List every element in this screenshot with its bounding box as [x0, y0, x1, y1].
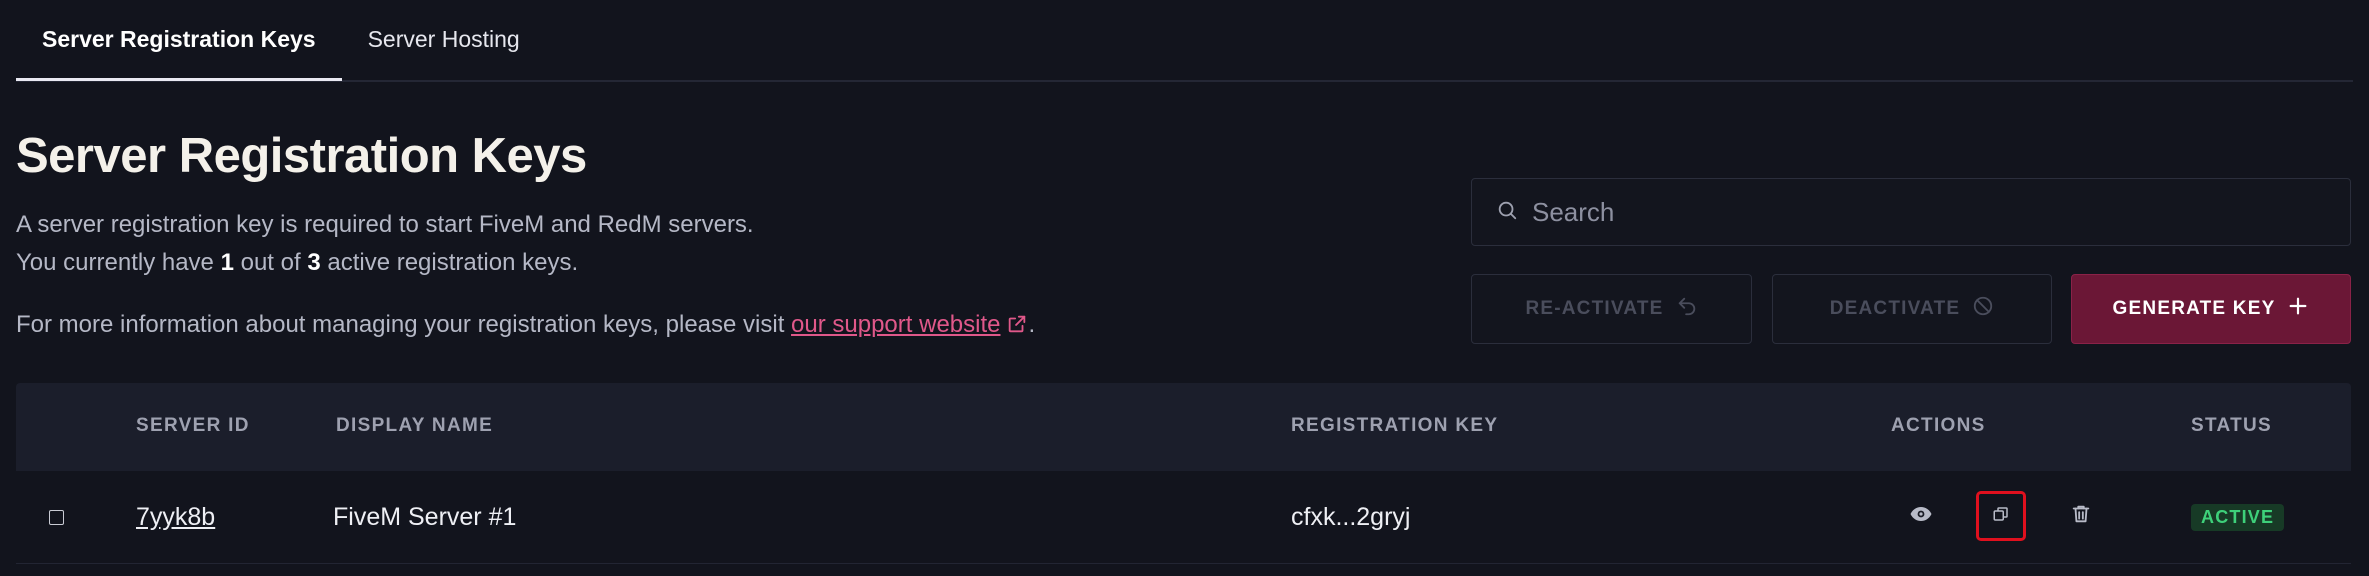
page-title: Server Registration Keys: [16, 129, 587, 183]
display-name: FiveM Server #1: [333, 502, 517, 531]
view-key-button[interactable]: [1896, 491, 1946, 541]
generate-key-label: GENERATE KEY: [2112, 298, 2276, 319]
server-id-link[interactable]: 7yyk8b: [136, 471, 215, 563]
header-display-name[interactable]: DISPLAY NAME: [336, 415, 493, 437]
generate-key-button[interactable]: GENERATE KEY: [2071, 274, 2351, 344]
delete-key-button[interactable]: [2056, 491, 2106, 541]
tab-bar: Server Registration Keys Server Hosting: [16, 0, 2353, 82]
header-status[interactable]: STATUS: [2191, 415, 2272, 437]
tab-server-registration-keys[interactable]: Server Registration Keys: [16, 0, 342, 81]
max-key-count: 3: [307, 249, 321, 276]
reactivate-label: RE-ACTIVATE: [1525, 298, 1664, 319]
row-select[interactable]: [49, 471, 64, 563]
plus-icon: [2275, 295, 2309, 323]
copy-icon: [1992, 505, 2010, 528]
description-text: active registration keys.: [320, 249, 579, 276]
table-row: 7yyk8b FiveM Server #1 cfxk...2gryj ACTI…: [16, 471, 2351, 564]
search-icon: [1496, 199, 1518, 226]
info-text: .: [1028, 311, 1036, 338]
description-line-2: You currently have 1 out of 3 active reg…: [16, 249, 578, 277]
description-text: out of: [233, 249, 308, 276]
deactivate-button[interactable]: DEACTIVATE: [1772, 274, 2052, 344]
row-checkbox[interactable]: [49, 509, 64, 525]
search-box[interactable]: [1471, 178, 2351, 246]
table-header: SERVER ID DISPLAY NAME REGISTRATION KEY …: [16, 383, 2351, 471]
reactivate-button[interactable]: RE-ACTIVATE: [1471, 274, 1752, 344]
undo-icon: [1664, 295, 1698, 323]
header-server-id[interactable]: SERVER ID: [136, 415, 250, 437]
external-link-icon[interactable]: [1006, 313, 1028, 342]
trash-icon: [2070, 503, 2092, 530]
active-key-count: 1: [220, 249, 234, 276]
tab-server-hosting[interactable]: Server Hosting: [342, 0, 546, 78]
copy-key-button[interactable]: [1976, 491, 2026, 541]
status-cell: ACTIVE: [2191, 471, 2285, 563]
description-text: You currently have: [16, 249, 221, 276]
description-info-line: For more information about managing your…: [16, 311, 1035, 342]
header-actions: ACTIONS: [1891, 415, 1986, 436]
description-line-1: A server registration key is required to…: [16, 211, 754, 238]
eye-icon: [1909, 502, 1933, 531]
deactivate-label: DEACTIVATE: [1829, 298, 1961, 319]
registration-keys-table: SERVER ID DISPLAY NAME REGISTRATION KEY …: [16, 383, 2351, 576]
support-website-link[interactable]: our support website: [791, 311, 1000, 338]
header-registration-key[interactable]: REGISTRATION KEY: [1291, 415, 1498, 437]
status-badge: ACTIVE: [2191, 503, 2285, 531]
ban-icon: [1960, 295, 1994, 323]
search-input[interactable]: [1530, 195, 2314, 229]
info-text: For more information about managing your…: [16, 311, 792, 338]
registration-key: cfxk...2gryj: [1291, 502, 1411, 531]
